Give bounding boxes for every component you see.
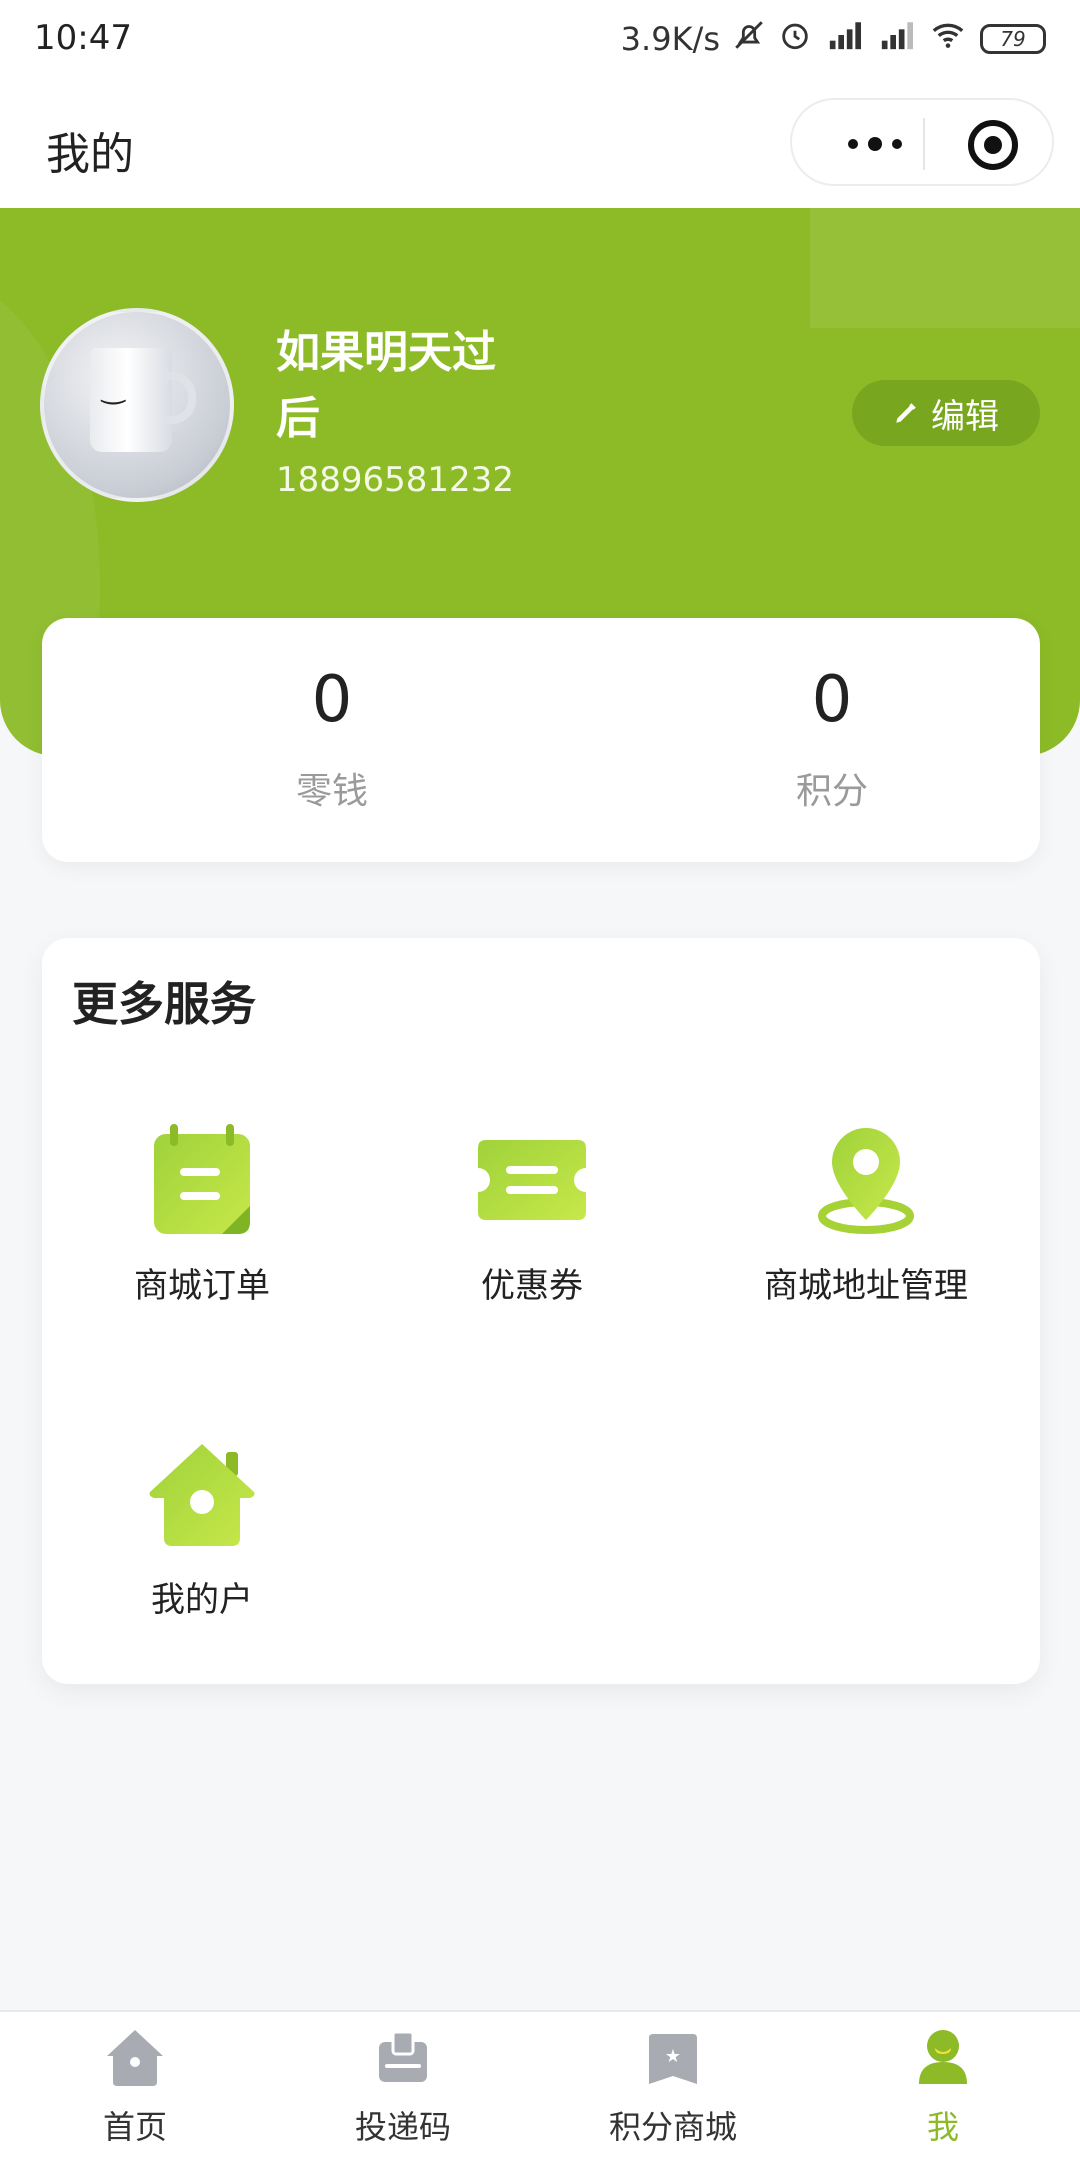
- page-title: 我的: [46, 129, 134, 180]
- service-label: 商城地址管理: [764, 1266, 968, 1306]
- edit-profile-button[interactable]: 编辑: [852, 380, 1040, 446]
- tab-home[interactable]: 首页: [35, 2026, 235, 2148]
- decor-circle: [810, 208, 1080, 328]
- delivery-box-icon: [371, 2026, 435, 2090]
- wifi-icon: [928, 18, 968, 60]
- net-speed: 3.9K/s: [620, 20, 720, 58]
- service-label: 我的户: [151, 1580, 253, 1620]
- change-label: 零钱: [295, 771, 368, 812]
- tab-label: 积分商城: [608, 2108, 737, 2146]
- status-icons: 3.9K/s 79: [621, 14, 1046, 64]
- tab-label: 首页: [102, 2108, 167, 2146]
- home-icon: [103, 2026, 167, 2090]
- pencil-icon: [893, 400, 919, 426]
- service-mall-orders[interactable]: 商城订单: [42, 1120, 362, 1307]
- points-value: 0: [811, 663, 853, 737]
- service-my-household[interactable]: 我的户: [42, 1434, 362, 1621]
- tab-me[interactable]: 我: [843, 2026, 1043, 2148]
- service-label: 优惠券: [481, 1266, 583, 1306]
- edit-label: 编辑: [931, 396, 999, 437]
- balance-card: 0 零钱 0 积分: [42, 618, 1040, 862]
- points-balance[interactable]: 0 积分: [682, 660, 982, 814]
- user-icon: [911, 2026, 975, 2090]
- services-title: 更多服务: [72, 977, 256, 1031]
- calendar-order-icon: [142, 1120, 262, 1240]
- avatar[interactable]: ‿: [40, 308, 234, 502]
- house-icon: [142, 1434, 262, 1554]
- mug-handle: [166, 372, 196, 424]
- points-label: 积分: [795, 771, 868, 812]
- signal-icon: [876, 18, 916, 60]
- smile-face-icon: ‿: [102, 372, 125, 405]
- more-dots-icon[interactable]: [830, 126, 920, 162]
- tab-label: 我: [926, 2108, 959, 2146]
- coupon-icon: [472, 1120, 592, 1240]
- more-services-card: 更多服务 商城订单 优惠券 商城地址管理 我的户: [42, 938, 1040, 1684]
- mini-program-capsule: [790, 98, 1054, 186]
- points-mall-icon: ★: [641, 2026, 705, 2090]
- bottom-tab-bar: 首页 投递码 ★ 积分商城 我: [0, 2010, 1080, 2160]
- svg-text:★: ★: [665, 2046, 681, 2067]
- tab-points-mall[interactable]: ★ 积分商城: [573, 2026, 773, 2148]
- service-address-management[interactable]: 商城地址管理: [706, 1120, 1026, 1307]
- phone-number: 18896581232: [276, 460, 514, 500]
- nav-bar: 我的: [0, 78, 1080, 208]
- change-value: 0: [311, 663, 353, 737]
- service-coupons[interactable]: 优惠券: [372, 1120, 692, 1307]
- service-label: 商城订单: [134, 1266, 270, 1306]
- target-icon[interactable]: [968, 120, 1018, 170]
- hd-signal-icon: [824, 18, 864, 60]
- capsule-divider: [923, 118, 925, 170]
- bell-off-icon: [732, 18, 766, 60]
- alarm-icon: [778, 18, 812, 60]
- tab-label: 投递码: [354, 2108, 451, 2146]
- username: 如果明天过后: [276, 327, 496, 444]
- tab-delivery-code[interactable]: 投递码: [303, 2026, 503, 2148]
- status-time: 10:47: [34, 18, 132, 58]
- location-pin-icon: [806, 1120, 926, 1240]
- battery-indicator: 79: [980, 24, 1046, 54]
- change-balance[interactable]: 0 零钱: [182, 660, 482, 814]
- status-bar: 10:47 3.9K/s 79: [0, 0, 1080, 78]
